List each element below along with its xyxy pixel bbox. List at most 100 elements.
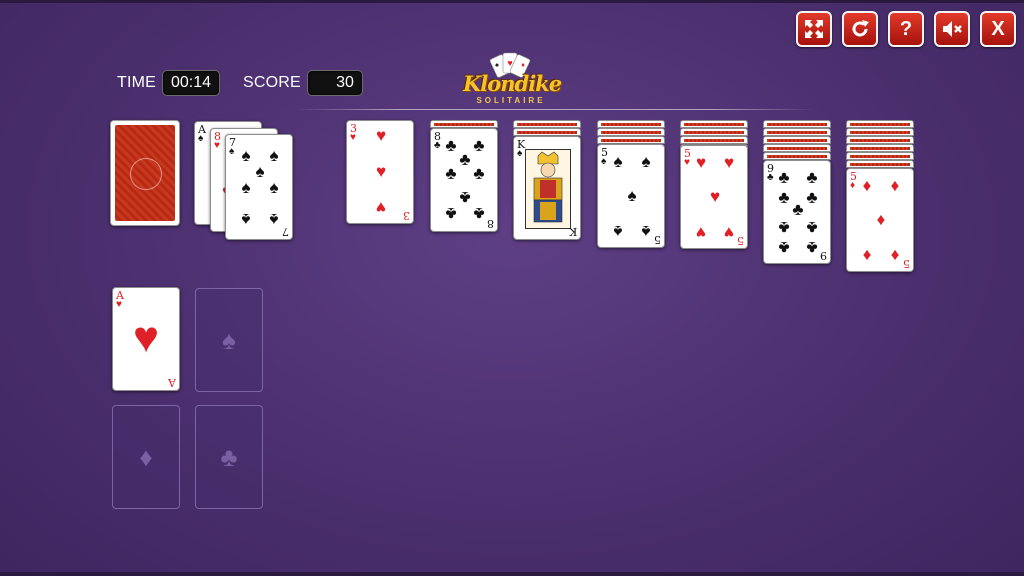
card-rank: 3 <box>403 209 410 222</box>
heart-icon: ♥ <box>116 299 122 310</box>
heart-icon: ♥ <box>214 140 220 151</box>
face-down-card <box>763 128 831 136</box>
spade-icon: ♠ <box>613 152 623 171</box>
time-value: 00:14 <box>162 70 221 96</box>
restart-button[interactable] <box>842 11 878 47</box>
help-icon: ? <box>899 17 913 40</box>
face-down-card <box>680 120 748 128</box>
diamond-icon: ♦ <box>862 176 872 195</box>
spade-icon: ♠ <box>601 156 607 167</box>
score-value: 30 <box>306 70 363 96</box>
heart-icon: ♥ <box>709 187 721 206</box>
club-icon: ♣ <box>445 204 457 223</box>
face-down-card <box>597 120 665 128</box>
svg-text:♠: ♠ <box>495 62 499 69</box>
logo-title: Klondike <box>463 71 562 96</box>
waste-top-card[interactable]: 7 ♠ ♠ ♠ ♠ ♠ ♠ ♠ ♠ 7 <box>225 134 293 240</box>
diamond-icon: ♦ <box>890 246 900 265</box>
spade-icon: ♠ <box>269 178 279 197</box>
club-icon: ♣ <box>220 441 238 472</box>
club-icon: ♣ <box>459 188 471 207</box>
club-icon: ♣ <box>434 140 441 151</box>
face-down-card <box>680 136 748 144</box>
face-down-card <box>846 128 914 136</box>
face-down-card <box>763 120 831 128</box>
time-label: TIME <box>117 74 157 91</box>
tableau-card-5-hearts[interactable]: 5 ♥ ♥ ♥ ♥ ♥ ♥ 5 <box>680 145 748 249</box>
spade-icon: ♠ <box>627 186 637 205</box>
mute-button[interactable] <box>934 11 970 47</box>
spade-icon: ♠ <box>269 210 279 229</box>
king-figure-icon <box>533 151 563 223</box>
logo-subtitle: SOLITAIRE <box>476 96 546 105</box>
face-down-card <box>430 120 498 128</box>
foundation-slot-spades[interactable]: ♠ <box>195 288 263 392</box>
king-portrait <box>525 149 571 229</box>
tableau-card-5-spades[interactable]: 5 ♠ ♠ ♠ ♠ ♠ ♠ 5 <box>597 144 665 248</box>
heart-icon: ♥ <box>350 132 356 143</box>
tableau-card-king-spades[interactable]: K ♠ K <box>513 136 581 240</box>
heart-icon: ♥ <box>723 223 735 242</box>
spade-icon: ♠ <box>517 148 523 159</box>
club-icon: ♣ <box>445 164 457 183</box>
card-rank: 5 <box>654 233 661 246</box>
tableau-card-8-clubs[interactable]: 8 ♣ ♣ ♣ ♣ ♣ ♣ ♣ ♣ ♣ 8 <box>430 128 498 232</box>
sound-muted-icon <box>943 21 962 37</box>
spade-icon: ♠ <box>241 210 251 229</box>
tableau-card-9-clubs[interactable]: 9 ♣ ♣ ♣ ♣ ♣ ♣ ♣ ♣ ♣ ♣ 9 <box>763 160 831 264</box>
card-rank: 5 <box>903 257 910 270</box>
svg-text:♥: ♥ <box>507 58 512 68</box>
foundation-hearts[interactable]: A ♥ ♥ A <box>112 287 180 391</box>
fullscreen-button[interactable] <box>796 11 832 47</box>
heart-icon: ♥ <box>375 126 387 145</box>
diamond-icon: ♦ <box>139 441 153 472</box>
club-icon: ♣ <box>778 218 790 237</box>
foundation-slot-diamonds[interactable]: ♦ <box>112 405 180 509</box>
score-label: SCORE <box>243 74 301 91</box>
diamond-icon: ♦ <box>876 210 886 229</box>
face-down-card <box>680 128 748 136</box>
face-down-card <box>846 144 914 152</box>
face-down-card <box>597 128 665 136</box>
score-display: SCORE 30 <box>243 69 363 97</box>
club-icon: ♣ <box>473 204 485 223</box>
card-rank: 8 <box>487 217 494 230</box>
diamond-icon: ♦ <box>890 176 900 195</box>
toolbar: ? X <box>796 11 1016 47</box>
tableau-card-3-hearts[interactable]: 3 ♥ ♥ ♥ ♥ 3 <box>346 120 414 224</box>
stock-pile[interactable] <box>110 120 180 226</box>
foundation-slot-clubs[interactable]: ♣ <box>195 405 263 509</box>
club-icon: ♣ <box>792 200 804 219</box>
diamond-icon: ♦ <box>862 246 872 265</box>
card-rank: K <box>568 225 577 238</box>
top-frame <box>0 0 1024 3</box>
face-down-card <box>846 152 914 160</box>
svg-text:♦: ♦ <box>521 62 525 69</box>
close-button[interactable]: X <box>980 11 1016 47</box>
close-icon: X <box>991 17 1005 40</box>
face-down-card <box>763 152 831 160</box>
time-display: TIME 00:14 <box>117 69 221 97</box>
spade-icon: ♠ <box>641 222 651 241</box>
card-back-emblem <box>130 158 162 190</box>
club-icon: ♣ <box>806 218 818 237</box>
heart-icon: ♥ <box>375 198 387 217</box>
club-icon: ♣ <box>767 172 774 183</box>
club-icon: ♣ <box>806 168 818 187</box>
spade-icon: ♠ <box>222 324 236 355</box>
spade-icon: ♠ <box>241 146 251 165</box>
header-divider <box>295 109 815 110</box>
card-rank: A <box>168 376 176 389</box>
card-back-pattern <box>115 125 175 221</box>
heart-icon: ♥ <box>695 223 707 242</box>
face-down-card <box>763 144 831 152</box>
heart-icon: ♥ <box>132 313 160 362</box>
diamond-icon: ♦ <box>850 180 856 191</box>
help-button[interactable]: ? <box>888 11 924 47</box>
card-rank: 5 <box>737 234 744 247</box>
tableau-card-5-diamonds[interactable]: 5 ♦ ♦ ♦ ♦ ♦ ♦ 5 <box>846 168 914 272</box>
face-down-card <box>846 120 914 128</box>
heart-icon: ♥ <box>375 162 387 181</box>
spade-icon: ♠ <box>269 146 279 165</box>
bottom-frame <box>0 572 1024 576</box>
